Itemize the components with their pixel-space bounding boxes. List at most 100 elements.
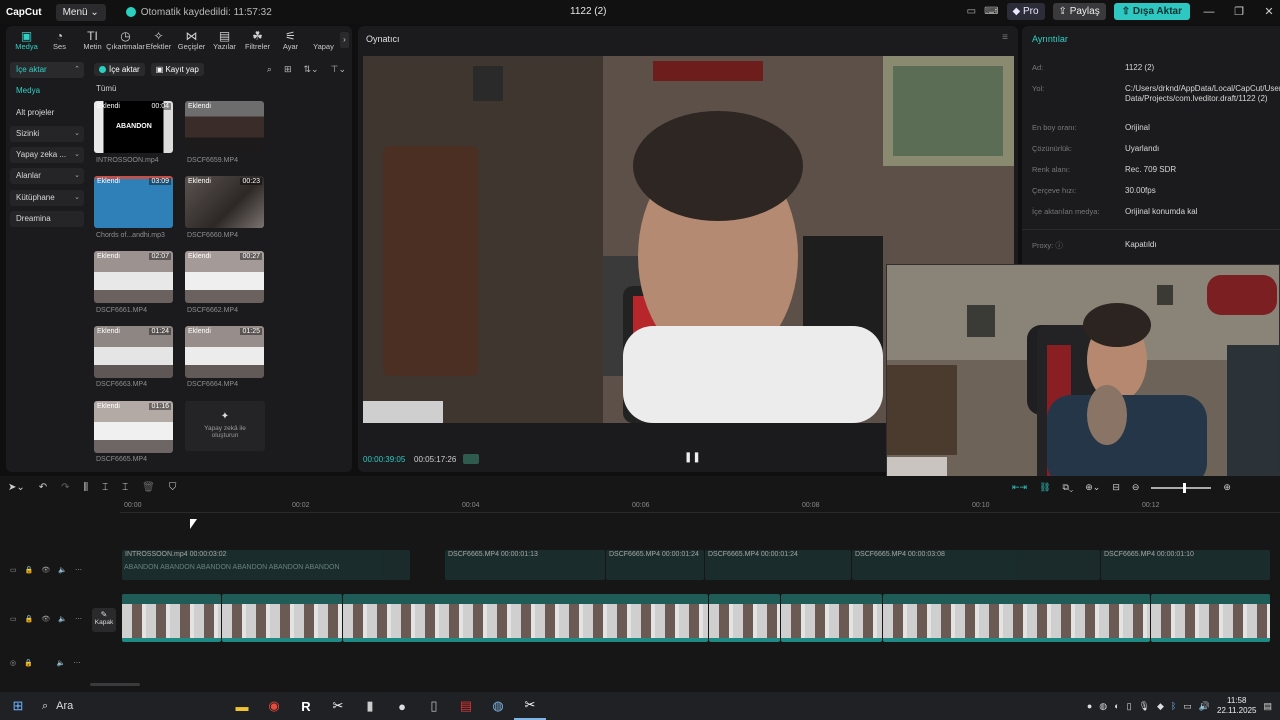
media-thumb[interactable]: Eklendi 00:27: [185, 251, 264, 303]
game-app-icon[interactable]: ▤: [450, 692, 482, 720]
lock-icon[interactable]: 🔒: [25, 615, 34, 623]
tray-steam-icon[interactable]: ◍: [1099, 701, 1107, 712]
network-icon[interactable]: ▭: [1183, 701, 1192, 712]
share-button[interactable]: ⇪ Paylaş: [1052, 3, 1106, 20]
timeline-clip[interactable]: DSCF6665.MP4 00:00:01:10: [1101, 550, 1270, 580]
lock-icon[interactable]: 🔒: [25, 566, 34, 574]
side-item-spaces[interactable]: Alanlar ⌄: [10, 168, 84, 185]
volume-icon[interactable]: 🔊: [1199, 701, 1210, 712]
timeline-clip[interactable]: DSCF6665.MP4 00:00:03:05: [883, 594, 1150, 642]
timeline-clip[interactable]: DSCF6665.MP4 00:00:01:06: [781, 594, 882, 642]
media-thumb[interactable]: Eklendi 01:24: [94, 326, 173, 378]
fit-icon[interactable]: ⊟: [1112, 482, 1120, 493]
obs-icon[interactable]: ●: [386, 692, 418, 720]
menu-button[interactable]: Menü ⌄: [55, 3, 106, 21]
tab-audio[interactable]: ◔ Ses: [43, 29, 76, 52]
side-item-media[interactable]: Medya: [10, 83, 84, 99]
eye-icon[interactable]: 👁: [41, 566, 50, 574]
minimize-icon[interactable]: —: [1198, 6, 1220, 18]
tab-adjust[interactable]: ⚟ Ayar: [274, 29, 307, 52]
filter-icon[interactable]: ⊤⌄: [331, 64, 346, 75]
search-icon[interactable]: ⌕: [267, 64, 272, 75]
timeline-scrollbar[interactable]: [90, 683, 140, 686]
r-app-icon[interactable]: R: [290, 692, 322, 720]
tab-media[interactable]: ▣ Medya: [10, 29, 43, 52]
track-view-icon[interactable]: ◎: [10, 659, 16, 667]
media-thumb[interactable]: Eklendi 01:25: [185, 326, 264, 378]
tab-text[interactable]: TI Metin: [76, 29, 109, 52]
eye-icon[interactable]: 👁: [41, 615, 50, 623]
snap-icon[interactable]: ⇤⇥: [1012, 482, 1027, 493]
timeline-clip[interactable]: DSCF6665.MP4 00:00:01:13: [445, 550, 605, 580]
tray-app-icon[interactable]: ◆: [1157, 701, 1164, 712]
import-button[interactable]: İçe aktar: [94, 62, 145, 76]
speaker-icon[interactable]: 🔈: [57, 659, 66, 667]
timeline-clip[interactable]: INTROSSOON.mp4 00:00:03:02 ABANDON ABAND…: [122, 550, 410, 580]
timeline-clip[interactable]: DSCF6665.MP4 00:00:04:09: [343, 594, 708, 642]
ai-create-card[interactable]: ✦ Yapay zekâ ile oluşturun: [185, 401, 265, 451]
timeline-clip[interactable]: DSCF6665.MP4 00:00:01:24: [705, 550, 851, 580]
pro-button[interactable]: ◆ Pro: [1006, 3, 1045, 20]
trim-left-icon[interactable]: ⌶: [102, 482, 108, 493]
side-item-yours[interactable]: Sizinki ⌄: [10, 125, 84, 142]
tab-effects[interactable]: ✧ Efektler: [142, 29, 175, 52]
sort-icon[interactable]: ⇅⌄: [304, 64, 319, 75]
shortcut-icon[interactable]: ⌨: [984, 6, 998, 17]
media-thumb[interactable]: Eklendi 01:16: [94, 401, 173, 453]
grid-view-icon[interactable]: ⊞: [284, 64, 292, 75]
tabs-scroll-right-icon[interactable]: ›: [340, 32, 349, 48]
usb-icon[interactable]: ▯: [418, 692, 450, 720]
mouse-app-icon[interactable]: ▮: [354, 692, 386, 720]
taskbar-search[interactable]: ⌕ Ara: [36, 700, 226, 713]
more-icon[interactable]: ⋯: [75, 566, 82, 574]
audio-split-icon[interactable]: ⊕⌄: [1085, 482, 1100, 493]
export-button[interactable]: ⇧ Dışa Aktar: [1113, 3, 1190, 20]
chrome-icon[interactable]: ◉: [258, 692, 290, 720]
record-button[interactable]: ▣ Kayıt yap: [150, 62, 204, 76]
zoom-knob[interactable]: [1183, 482, 1187, 493]
zoom-slider[interactable]: [1151, 482, 1212, 493]
file-explorer-icon[interactable]: ▬: [226, 692, 258, 720]
steam-icon[interactable]: ◍: [482, 692, 514, 720]
link-icon[interactable]: ⛓: [1039, 482, 1050, 493]
trim-right-icon[interactable]: ⌶: [122, 482, 128, 493]
timeline-clip[interactable]: DSCF6665.MP4 00:00:01:13: [222, 594, 342, 642]
tab-captions[interactable]: ▤ Yazılar: [208, 29, 241, 52]
tray-app-icon[interactable]: ◐: [1114, 701, 1119, 711]
tab-stickers[interactable]: ◷ Çıkartmalar: [106, 29, 145, 52]
lock-icon[interactable]: 🔒: [24, 659, 33, 667]
split-icon[interactable]: ⫼: [84, 482, 89, 493]
track-view-icon[interactable]: ▭: [10, 615, 17, 623]
tab-filters[interactable]: ☘ Filtreler: [241, 29, 274, 52]
player-menu-icon[interactable]: ≡: [1002, 32, 1008, 43]
side-item-library[interactable]: Kütüphane ⌄: [10, 189, 84, 206]
media-thumb[interactable]: Eklendi 02:07: [94, 251, 173, 303]
speaker-icon[interactable]: 🔈: [58, 566, 67, 574]
media-thumb[interactable]: Eklendi 00:23: [185, 176, 264, 228]
redo-icon[interactable]: ↷: [61, 482, 69, 493]
close-icon[interactable]: ✕: [1258, 5, 1280, 18]
notification-icon[interactable]: ▤: [1263, 701, 1272, 712]
select-tool-icon[interactable]: ➤⌄: [8, 482, 25, 493]
side-item-dreamina[interactable]: Dreamina: [10, 211, 84, 228]
timeline-clip[interactable]: DSCF6665.MP4 00:00:01:05: [122, 594, 221, 642]
capcut-icon[interactable]: ✂: [322, 692, 354, 720]
side-item-import[interactable]: İçe aktar ⌃: [10, 62, 84, 78]
zoom-in-icon[interactable]: ⊕: [1223, 482, 1231, 493]
maximize-icon[interactable]: ❐: [1228, 5, 1250, 18]
windows-start-icon[interactable]: ⊞: [0, 698, 36, 714]
tab-transitions[interactable]: ⋈ Geçişler: [175, 29, 208, 52]
media-thumb[interactable]: Eklendi 03:09: [94, 176, 173, 228]
timeline-clip[interactable]: DSCF6665.MP4 00:00:03:08: [852, 550, 1100, 580]
shield-icon[interactable]: ⛉: [169, 482, 177, 493]
delete-icon[interactable]: 🗑: [142, 482, 155, 493]
undo-icon[interactable]: ↶: [39, 482, 47, 493]
side-item-subprojects[interactable]: Alt projeler: [10, 105, 84, 121]
side-item-ai[interactable]: Yapay zeka ... ⌄: [10, 147, 84, 164]
pause-button[interactable]: ❚❚: [684, 452, 701, 463]
preview-axis-icon[interactable]: ⧉⌄: [1063, 482, 1074, 493]
media-thumb[interactable]: Eklendi 00:04 ABANDON: [94, 101, 173, 153]
cover-button[interactable]: ✎ Kapak: [92, 608, 116, 632]
media-thumb[interactable]: Eklendi: [185, 101, 264, 153]
zoom-out-icon[interactable]: ⊖: [1132, 482, 1140, 493]
